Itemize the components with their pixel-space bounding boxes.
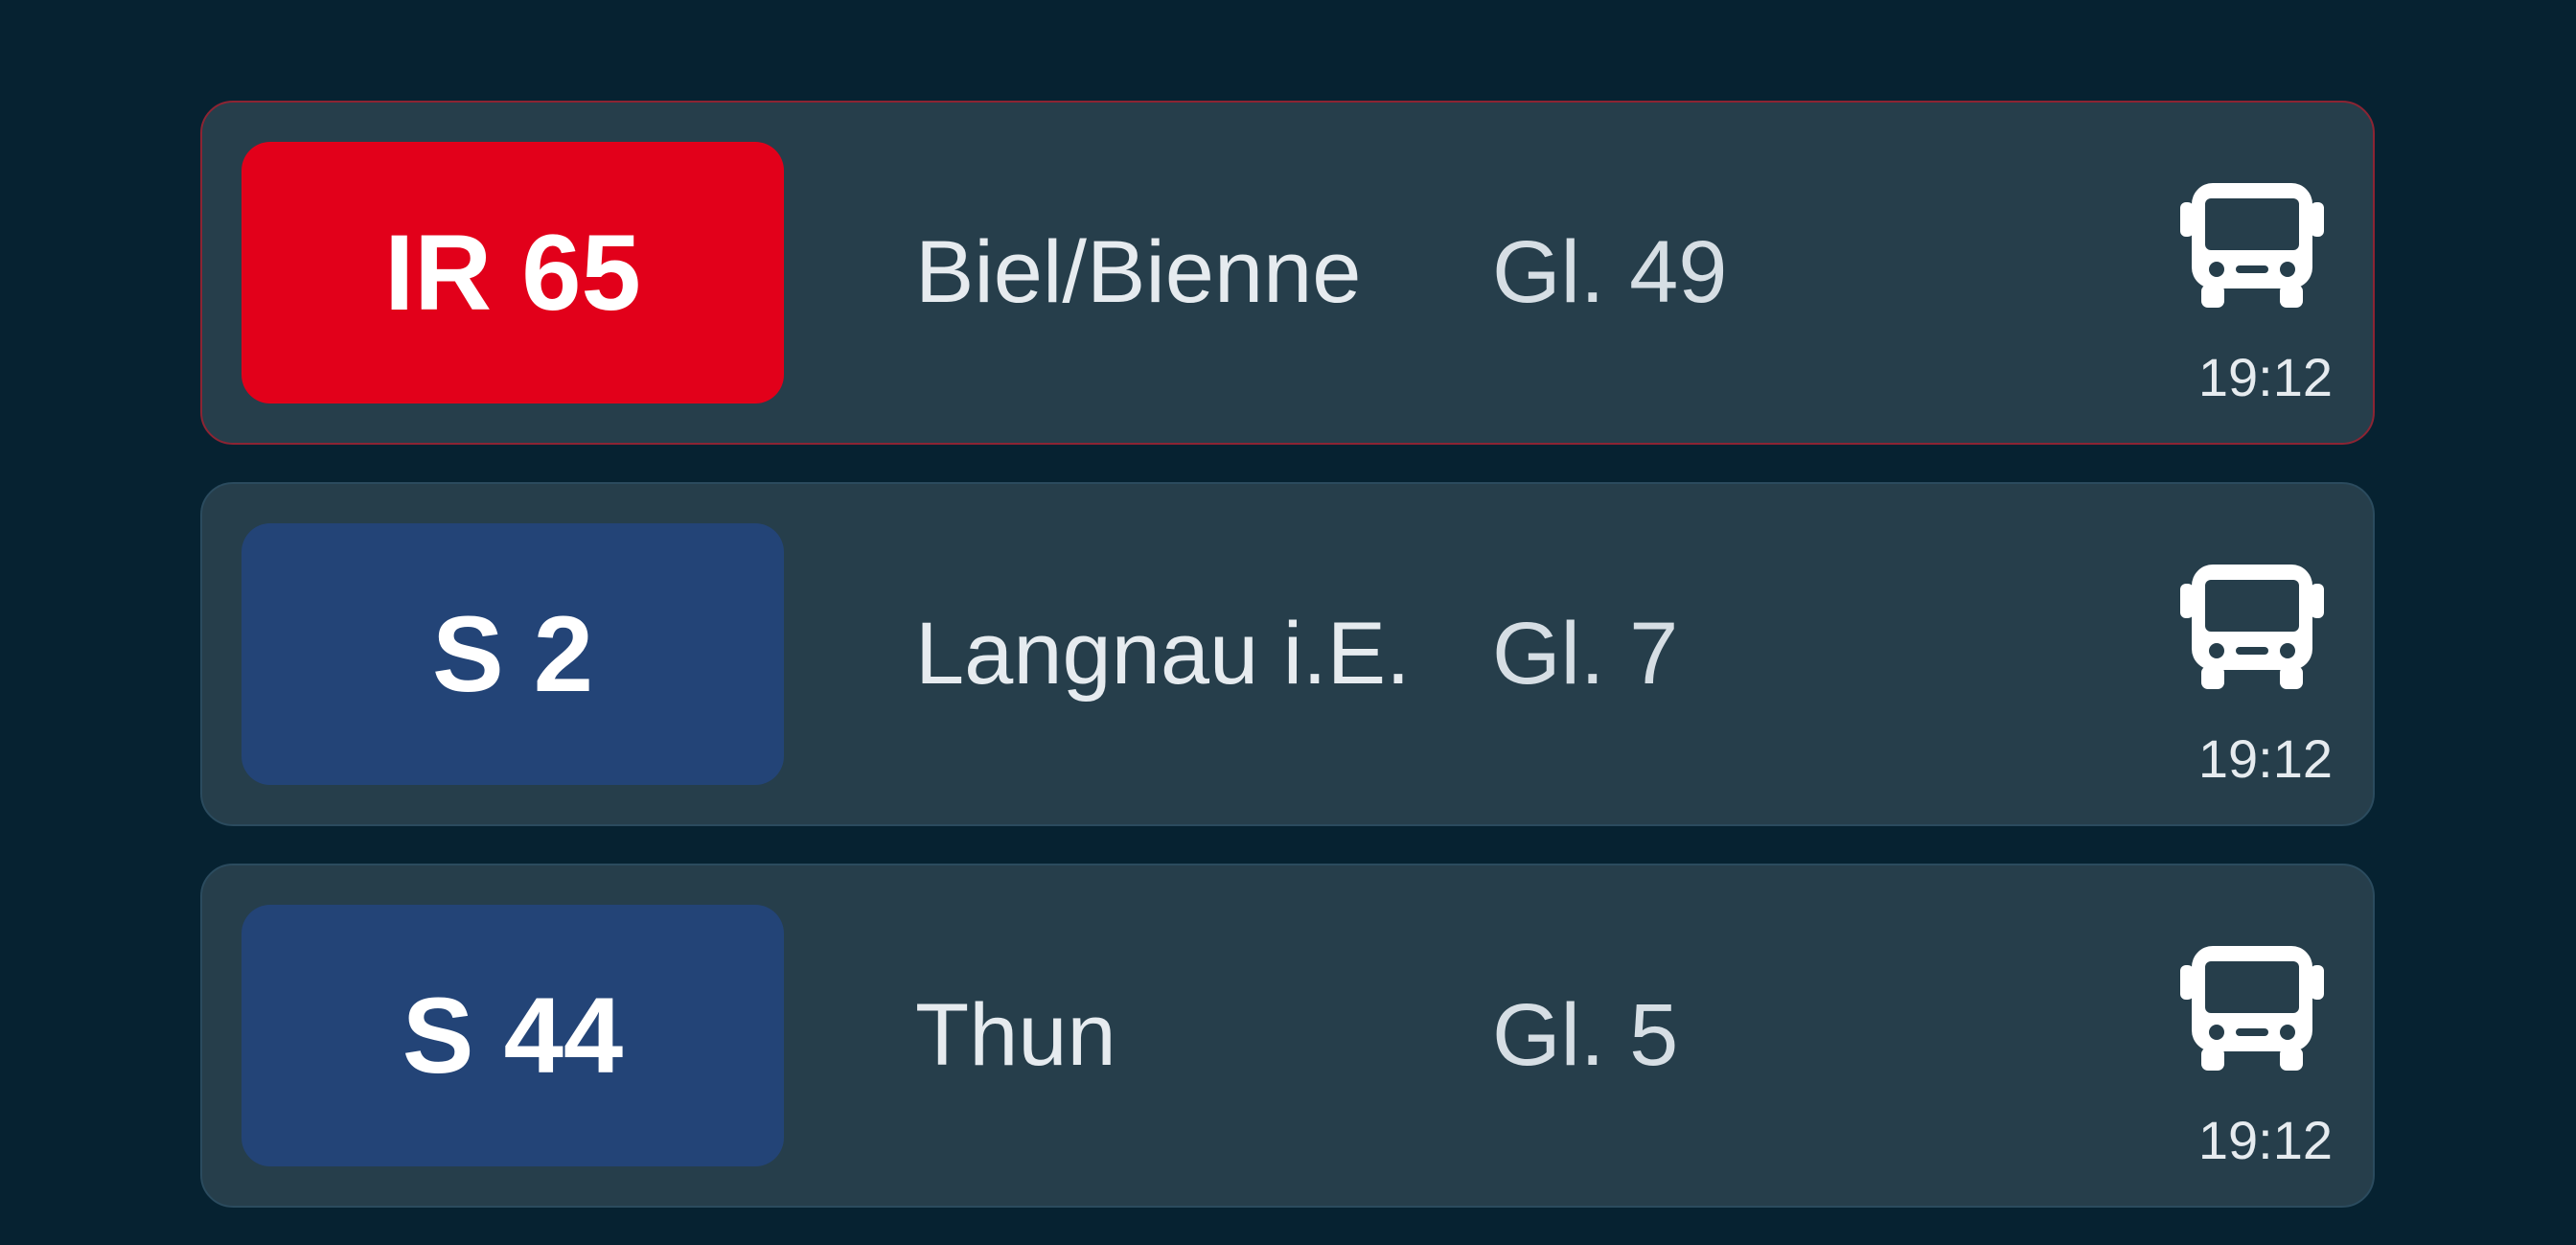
bus-icon — [2180, 565, 2324, 689]
departure-row[interactable]: S 2 Langnau i.E. Gl. 7 19:12 — [200, 482, 2375, 826]
line-badge: S 44 — [242, 905, 784, 1166]
platform-label: Gl. 7 — [1492, 605, 1679, 703]
line-badge: S 2 — [242, 523, 784, 785]
destination-label: Thun — [915, 986, 1116, 1084]
destination-label: Biel/Bienne — [915, 223, 1362, 321]
departure-row[interactable]: S 44 Thun Gl. 5 19:12 — [200, 864, 2375, 1208]
departure-time: 19:12 — [2197, 1110, 2333, 1170]
destination-label: Langnau i.E. — [915, 605, 1411, 703]
departure-time: 19:12 — [2197, 728, 2333, 789]
bus-icon — [2180, 183, 2324, 308]
line-badge: IR 65 — [242, 142, 784, 403]
bus-icon — [2180, 946, 2324, 1071]
platform-label: Gl. 5 — [1492, 986, 1679, 1084]
departure-row[interactable]: IR 65 Biel/Bienne Gl. 49 19:12 — [200, 101, 2375, 445]
departure-list: IR 65 Biel/Bienne Gl. 49 19:12 S 2 Langn… — [200, 101, 2375, 1245]
departure-time: 19:12 — [2197, 347, 2333, 407]
platform-label: Gl. 49 — [1492, 223, 1728, 321]
